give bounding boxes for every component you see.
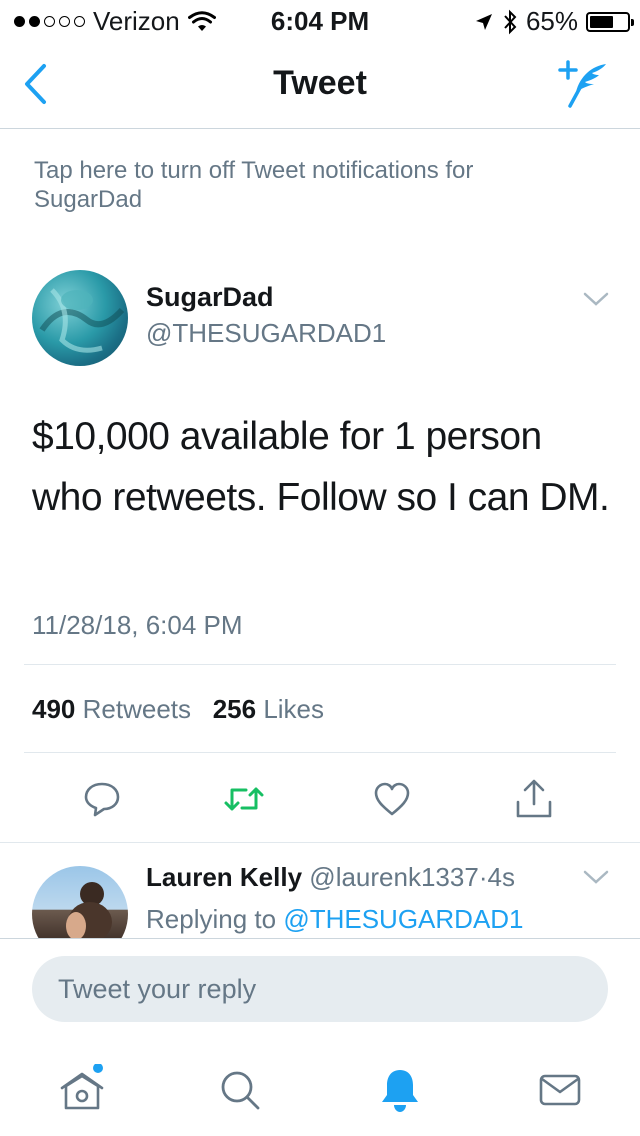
like-button[interactable] <box>362 770 422 828</box>
status-right: 65% <box>474 6 634 37</box>
share-icon <box>516 779 552 818</box>
reply-button[interactable] <box>72 770 132 828</box>
compose-tweet-icon <box>558 60 606 108</box>
search-icon <box>221 1071 260 1110</box>
tweet-notifications-banner[interactable]: Tap here to turn off Tweet notifications… <box>34 156 554 214</box>
retweet-button[interactable] <box>214 770 274 828</box>
tab-home[interactable] <box>52 1064 112 1116</box>
status-bar: Verizon 6:04 PM 65% <box>0 0 640 40</box>
author-name[interactable]: SugarDad <box>146 282 274 313</box>
author-avatar[interactable] <box>32 270 128 366</box>
chevron-down-icon <box>583 292 609 306</box>
reply-options-button[interactable] <box>582 868 610 891</box>
tab-bar <box>0 1044 640 1136</box>
tab-messages[interactable] <box>530 1064 590 1116</box>
battery-icon <box>586 11 634 32</box>
tweet-stats: 490 Retweets 256 Likes <box>32 694 324 725</box>
divider <box>24 664 616 665</box>
mail-icon <box>539 1074 581 1106</box>
chevron-down-icon <box>583 870 609 884</box>
tab-search[interactable] <box>210 1064 270 1116</box>
bell-icon <box>382 1070 418 1112</box>
reply-author-name[interactable]: Lauren Kelly <box>146 862 302 892</box>
reply-author-handle[interactable]: @laurenk1337 <box>309 862 479 892</box>
avatar-image <box>39 288 125 353</box>
replying-to-handle[interactable]: @THESUGARDAD1 <box>283 904 523 934</box>
retweet-icon <box>224 787 264 811</box>
nav-bar: Tweet <box>0 40 640 129</box>
tab-notifications[interactable] <box>370 1064 430 1116</box>
reply-input[interactable] <box>32 956 608 1022</box>
author-handle[interactable]: @THESUGARDAD1 <box>146 318 386 349</box>
tweet-timestamp: 11/28/18, 6:04 PM <box>32 610 243 640</box>
compose-button[interactable] <box>558 58 610 115</box>
tweet-actions <box>0 770 640 828</box>
replying-to: Replying to @THESUGARDAD1 <box>146 904 524 935</box>
replying-to-label: Replying to <box>146 904 277 934</box>
heart-icon <box>374 782 410 816</box>
home-icon <box>60 1064 104 1110</box>
reply-header: Lauren Kelly @laurenk1337·4s <box>146 862 515 893</box>
bluetooth-icon <box>504 9 517 34</box>
reply-time: 4s <box>487 862 515 892</box>
location-arrow-icon <box>475 13 492 30</box>
page-title: Tweet <box>273 64 367 102</box>
tweet-text: $10,000 available for 1 person who retwe… <box>32 415 610 519</box>
divider <box>0 842 640 843</box>
likes-stat[interactable]: 256 Likes <box>213 694 324 724</box>
battery-percent: 65% <box>525 6 578 36</box>
retweets-stat[interactable]: 490 Retweets <box>32 694 191 724</box>
share-button[interactable] <box>504 770 564 828</box>
tweet-options-button[interactable] <box>582 290 610 313</box>
reply-icon <box>84 782 120 817</box>
divider <box>24 752 616 753</box>
